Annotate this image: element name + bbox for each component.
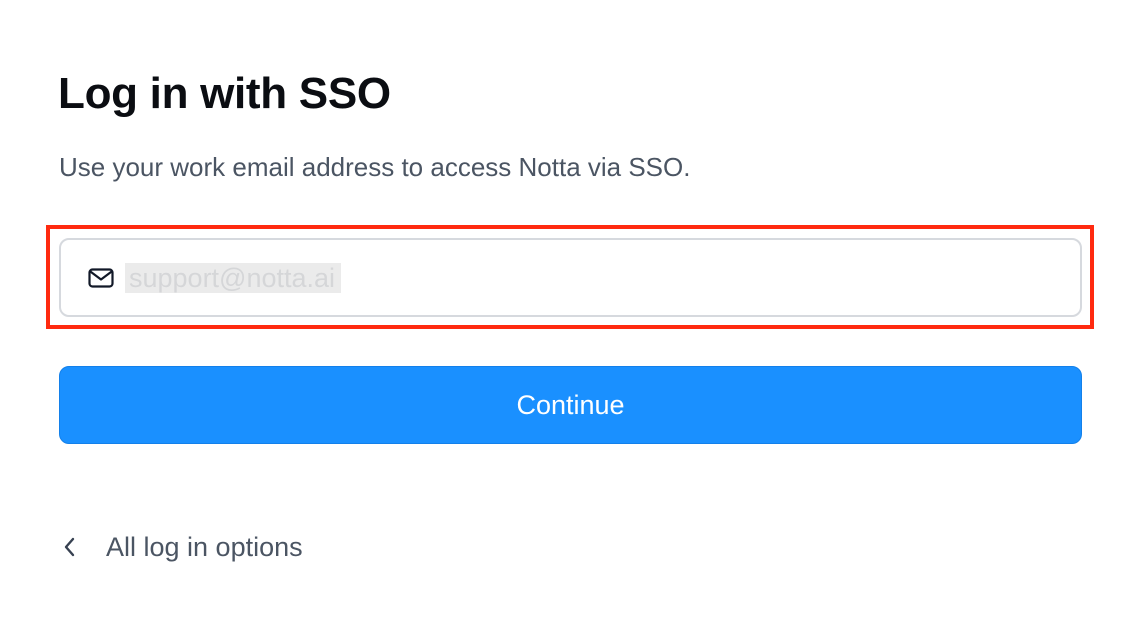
- continue-button[interactable]: Continue: [59, 366, 1082, 444]
- back-link-label: All log in options: [106, 532, 303, 562]
- mail-icon: [87, 266, 115, 290]
- email-value[interactable]: support@notta.ai: [124, 261, 342, 295]
- continue-button-label: Continue: [516, 389, 625, 420]
- sso-login-page: Log in with SSO Use your work email addr…: [0, 0, 1146, 628]
- all-log-in-options-link[interactable]: All log in options: [62, 528, 303, 566]
- email-field[interactable]: support@notta.ai: [59, 238, 1082, 317]
- page-subtitle: Use your work email address to access No…: [59, 152, 691, 182]
- page-title: Log in with SSO: [58, 69, 391, 118]
- chevron-left-icon: [62, 535, 84, 559]
